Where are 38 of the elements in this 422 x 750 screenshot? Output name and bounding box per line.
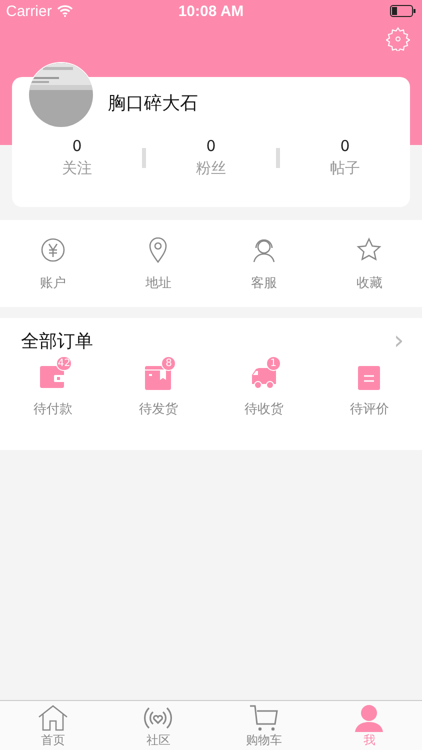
yen-icon xyxy=(38,236,67,264)
chevron-icon[interactable]: › xyxy=(394,328,404,354)
order-status-link[interactable]: 待发货 xyxy=(138,400,178,418)
parcel-icon xyxy=(145,366,172,390)
order-status-link[interactable]: 待收货 xyxy=(244,400,284,418)
service-link[interactable]: 账户 xyxy=(40,274,66,292)
user-name: 胸口碎大石 xyxy=(108,92,199,116)
stat-count: 0 xyxy=(340,137,350,155)
wifi-icon xyxy=(56,5,73,17)
tab-item[interactable]: 我 xyxy=(316,701,422,750)
tab-item[interactable]: 社区 xyxy=(106,701,211,750)
stat-label[interactable]: 粉丝 xyxy=(196,159,226,178)
count-badge: 8 xyxy=(161,356,176,371)
stat-count: 0 xyxy=(72,137,82,155)
battery-icon xyxy=(390,5,416,17)
star-icon xyxy=(356,236,382,262)
carrier-label: Carrier xyxy=(6,2,52,20)
stat-label[interactable]: 帖子 xyxy=(330,159,360,178)
tab-item[interactable]: 购物车 xyxy=(211,701,316,750)
service-link[interactable]: 客服 xyxy=(250,274,277,292)
service-link[interactable]: 收藏 xyxy=(356,274,382,292)
status-time: 10:08 AM xyxy=(177,2,245,20)
stat-label[interactable]: 关注 xyxy=(62,159,92,178)
count-badge: 42 xyxy=(56,356,72,371)
truck-icon xyxy=(250,366,278,390)
stat-count: 0 xyxy=(206,137,216,155)
settings-icon[interactable] xyxy=(386,27,410,51)
cart-icon xyxy=(248,704,280,732)
document-icon xyxy=(358,366,380,390)
service-link[interactable]: 地址 xyxy=(145,274,172,292)
wallet-icon xyxy=(40,366,66,390)
tab-item[interactable]: 首页 xyxy=(0,701,106,750)
order-status-link[interactable]: 待付款 xyxy=(33,400,72,418)
order-status-link[interactable]: 待评价 xyxy=(350,400,389,418)
home-icon xyxy=(36,704,69,732)
section-title: 全部订单 xyxy=(21,330,93,353)
count-badge: 1 xyxy=(266,356,281,371)
person-icon xyxy=(353,704,386,732)
